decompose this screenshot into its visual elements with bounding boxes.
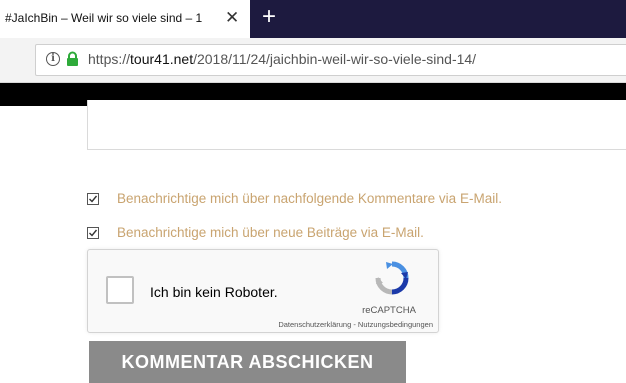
comment-textarea[interactable]: [87, 100, 626, 150]
recaptcha-widget: Ich bin kein Roboter. reCAPTCHA Datensch…: [87, 249, 439, 333]
browser-tab[interactable]: #JaIchBin – Weil wir so viele sind – 1 ✕: [0, 0, 250, 38]
recaptcha-brand: reCAPTCHA: [362, 305, 416, 316]
recaptcha-logo-icon: [375, 261, 409, 295]
url-prefix: https://: [88, 51, 131, 67]
recaptcha-label: Ich bin kein Roboter.: [150, 284, 278, 300]
url-text: https://tour41.net/2018/11/24/jaichbin-w…: [88, 51, 476, 67]
tab-close-icon[interactable]: ✕: [225, 8, 239, 28]
url-domain: tour41.net: [130, 51, 194, 67]
address-bar[interactable]: i https://tour41.net/2018/11/24/jaichbin…: [35, 44, 626, 76]
notify-posts-checkbox[interactable]: [87, 227, 99, 239]
notify-comments-label: Benachrichtige mich über nachfolgende Ko…: [117, 191, 502, 206]
notify-comments-checkbox[interactable]: [87, 193, 99, 205]
recaptcha-checkbox[interactable]: [106, 276, 134, 304]
browser-tab-bar: #JaIchBin – Weil wir so viele sind – 1 ✕…: [0, 0, 626, 38]
checkmark-icon: [89, 195, 98, 203]
lock-icon: [67, 51, 78, 66]
url-path: /2018/11/24/jaichbin-weil-wir-so-viele-s…: [193, 51, 477, 67]
info-icon[interactable]: i: [46, 52, 60, 66]
new-tab-icon[interactable]: +: [262, 4, 276, 30]
submit-comment-button[interactable]: KOMMENTAR ABSCHICKEN: [89, 341, 406, 383]
recaptcha-links[interactable]: Datenschutzerklärung - Nutzungsbedingung…: [208, 320, 433, 329]
notify-posts-label: Benachrichtige mich über neue Beiträge v…: [117, 225, 424, 240]
tab-title: #JaIchBin – Weil wir so viele sind – 1: [5, 11, 203, 25]
browser-toolbar: i https://tour41.net/2018/11/24/jaichbin…: [0, 38, 626, 83]
checkmark-icon: [89, 229, 98, 237]
